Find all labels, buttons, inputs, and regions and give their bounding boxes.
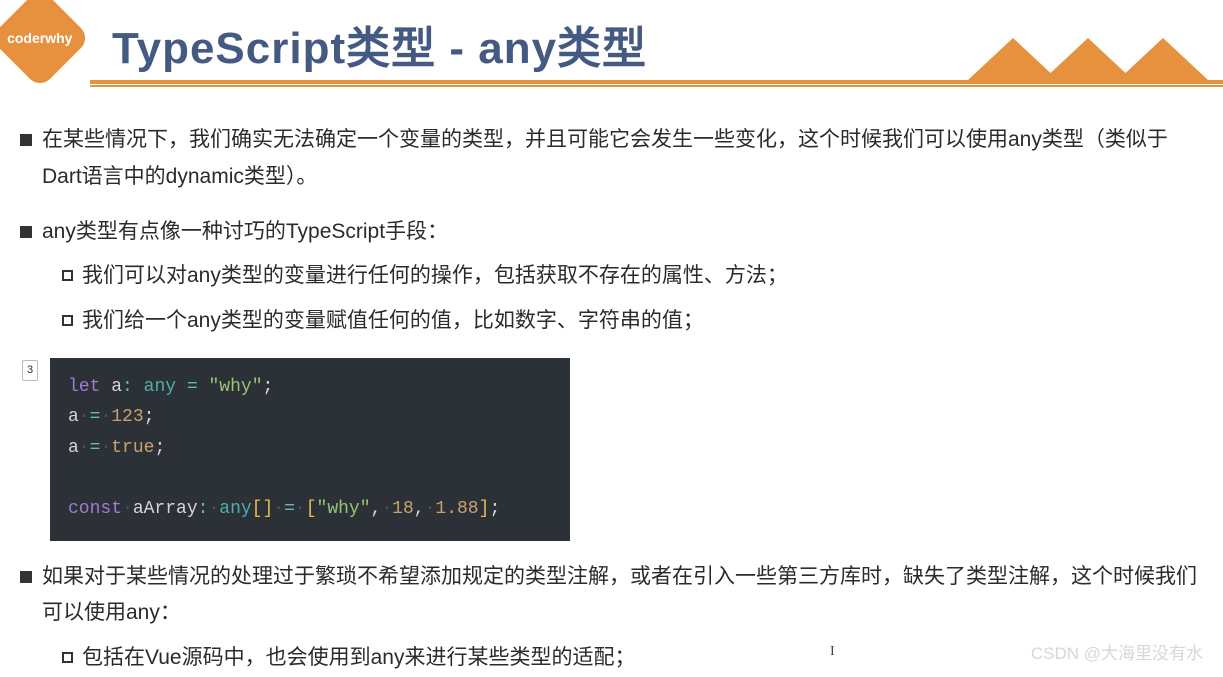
- bullet-level2: 我们可以对any类型的变量进行任何的操作，包括获取不存在的属性、方法；: [42, 258, 1203, 295]
- code-snippet: 3 let a: any = "why"; a·=·123; a·=·true;…: [20, 358, 1203, 541]
- bullet-level2: 包括在Vue源码中，也会使用到any来进行某些类型的适配；: [42, 640, 1203, 677]
- bullet-text: 包括在Vue源码中，也会使用到any来进行某些类型的适配；: [82, 646, 635, 669]
- header: coderwhy TypeScript类型 - any类型: [0, 0, 1223, 92]
- bullet-level1: 在某些情况下，我们确实无法确定一个变量的类型，并且可能它会发生一些变化，这个时候…: [20, 122, 1203, 196]
- slide-content: 在某些情况下，我们确实无法确定一个变量的类型，并且可能它会发生一些变化，这个时候…: [0, 92, 1223, 677]
- bullet-text: 我们给一个any类型的变量赋值任何的值，比如数字、字符串的值；: [82, 309, 704, 332]
- code-block: let a: any = "why"; a·=·123; a·=·true; c…: [50, 358, 570, 541]
- watermark: CSDN @大海里没有水: [1031, 639, 1203, 664]
- bullet-level2: 我们给一个any类型的变量赋值任何的值，比如数字、字符串的值；: [42, 303, 1203, 340]
- bullet-level1: 如果对于某些情况的处理过于繁琐不希望添加规定的类型注解，或者在引入一些第三方库时…: [20, 559, 1203, 677]
- title-underline: [90, 80, 1223, 88]
- bullet-text: 我们可以对any类型的变量进行任何的操作，包括获取不存在的属性、方法；: [82, 264, 788, 287]
- bullet-level1: any类型有点像一种讨巧的TypeScript手段： 我们可以对any类型的变量…: [20, 214, 1203, 340]
- bullet-text: 如果对于某些情况的处理过于繁琐不希望添加规定的类型注解，或者在引入一些第三方库时…: [42, 565, 1197, 625]
- bullet-text: 在某些情况下，我们确实无法确定一个变量的类型，并且可能它会发生一些变化，这个时候…: [42, 128, 1168, 188]
- text-cursor-icon: I: [830, 644, 835, 660]
- bullet-text: any类型有点像一种讨巧的TypeScript手段：: [42, 220, 448, 243]
- line-count-badge: 3: [22, 360, 38, 381]
- brand-logo-text: coderwhy: [7, 30, 72, 46]
- brand-logo: coderwhy: [0, 0, 91, 89]
